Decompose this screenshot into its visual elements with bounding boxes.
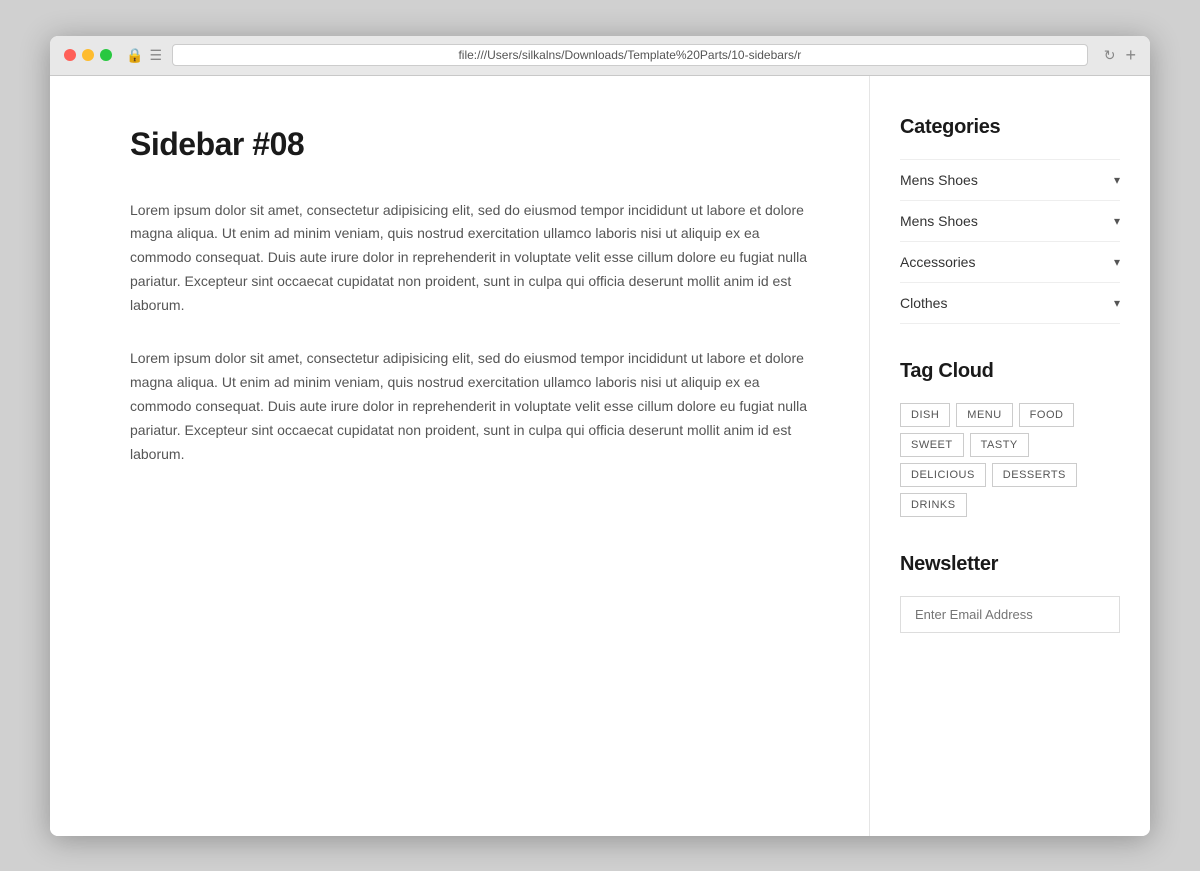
reload-button[interactable]: ↻ [1104, 47, 1116, 64]
tag-cloud-section: Tag Cloud DISHMENU FOOD SWEETTASTY DELICIOU… [900, 360, 1120, 517]
category-arrow-2: ▾ [1114, 255, 1120, 269]
category-label-0: Mens Shoes [900, 172, 978, 188]
categories-section: Categories Mens Shoes▾Mens Shoes▾Accesso… [900, 116, 1120, 324]
category-item-1[interactable]: Mens Shoes ▾ [900, 201, 1120, 242]
categories-title: Categories [900, 116, 1120, 139]
tag-drinks[interactable]: DRINKS [900, 493, 967, 517]
sidebar: Categories Mens Shoes▾Mens Shoes▾Accesso… [870, 76, 1150, 836]
paragraph-1: Lorem ipsum dolor sit amet, consectetur … [130, 199, 809, 318]
tag-desserts[interactable]: DESSERTS [992, 463, 1077, 487]
page-content: Sidebar #08 Lorem ipsum dolor sit amet, … [50, 76, 1150, 836]
toolbar-left: 🔒 ☰ [126, 47, 162, 64]
tag-delicious[interactable]: DELICIOUS [900, 463, 986, 487]
tag-tasty[interactable]: TASTY [970, 433, 1029, 457]
address-bar[interactable]: file:///Users/silkalns/Downloads/Templat… [172, 44, 1088, 66]
category-item-0[interactable]: Mens Shoes ▾ [900, 159, 1120, 201]
category-arrow-1: ▾ [1114, 214, 1120, 228]
address-text: file:///Users/silkalns/Downloads/Templat… [458, 48, 801, 62]
tag-cloud: DISHMENU FOOD SWEETTASTY DELICIOUSDESSERTS D… [900, 403, 1120, 517]
lock-icon[interactable]: 🔒 [126, 47, 143, 64]
category-arrow-3: ▾ [1114, 296, 1120, 310]
categories-list: Mens Shoes▾Mens Shoes▾Accessories▾Clothe… [900, 159, 1120, 324]
newsletter-section: Newsletter [900, 553, 1120, 633]
menu-icon[interactable]: ☰ [149, 47, 162, 64]
tag-menu[interactable]: MENU [956, 403, 1012, 427]
paragraph-2: Lorem ipsum dolor sit amet, consectetur … [130, 347, 809, 466]
newsletter-input[interactable] [900, 596, 1120, 633]
category-label-2: Accessories [900, 254, 975, 270]
category-label-1: Mens Shoes [900, 213, 978, 229]
tag-cloud-title: Tag Cloud [900, 360, 1120, 383]
browser-toolbar: 🔒 ☰ file:///Users/silkalns/Downloads/Tem… [50, 36, 1150, 76]
tag-food[interactable]: FOOD [1019, 403, 1075, 427]
category-arrow-0: ▾ [1114, 173, 1120, 187]
close-button[interactable] [64, 49, 76, 61]
category-item-3[interactable]: Clothes ▾ [900, 283, 1120, 324]
tag-sweet[interactable]: SWEET [900, 433, 964, 457]
tag-dish[interactable]: DISH [900, 403, 950, 427]
new-tab-button[interactable]: + [1125, 46, 1136, 64]
minimize-button[interactable] [82, 49, 94, 61]
newsletter-title: Newsletter [900, 553, 1120, 576]
browser-window: 🔒 ☰ file:///Users/silkalns/Downloads/Tem… [50, 36, 1150, 836]
main-area: Sidebar #08 Lorem ipsum dolor sit amet, … [50, 76, 870, 836]
category-label-3: Clothes [900, 295, 947, 311]
traffic-lights [64, 49, 112, 61]
category-item-2[interactable]: Accessories ▾ [900, 242, 1120, 283]
page-title: Sidebar #08 [130, 126, 809, 163]
maximize-button[interactable] [100, 49, 112, 61]
